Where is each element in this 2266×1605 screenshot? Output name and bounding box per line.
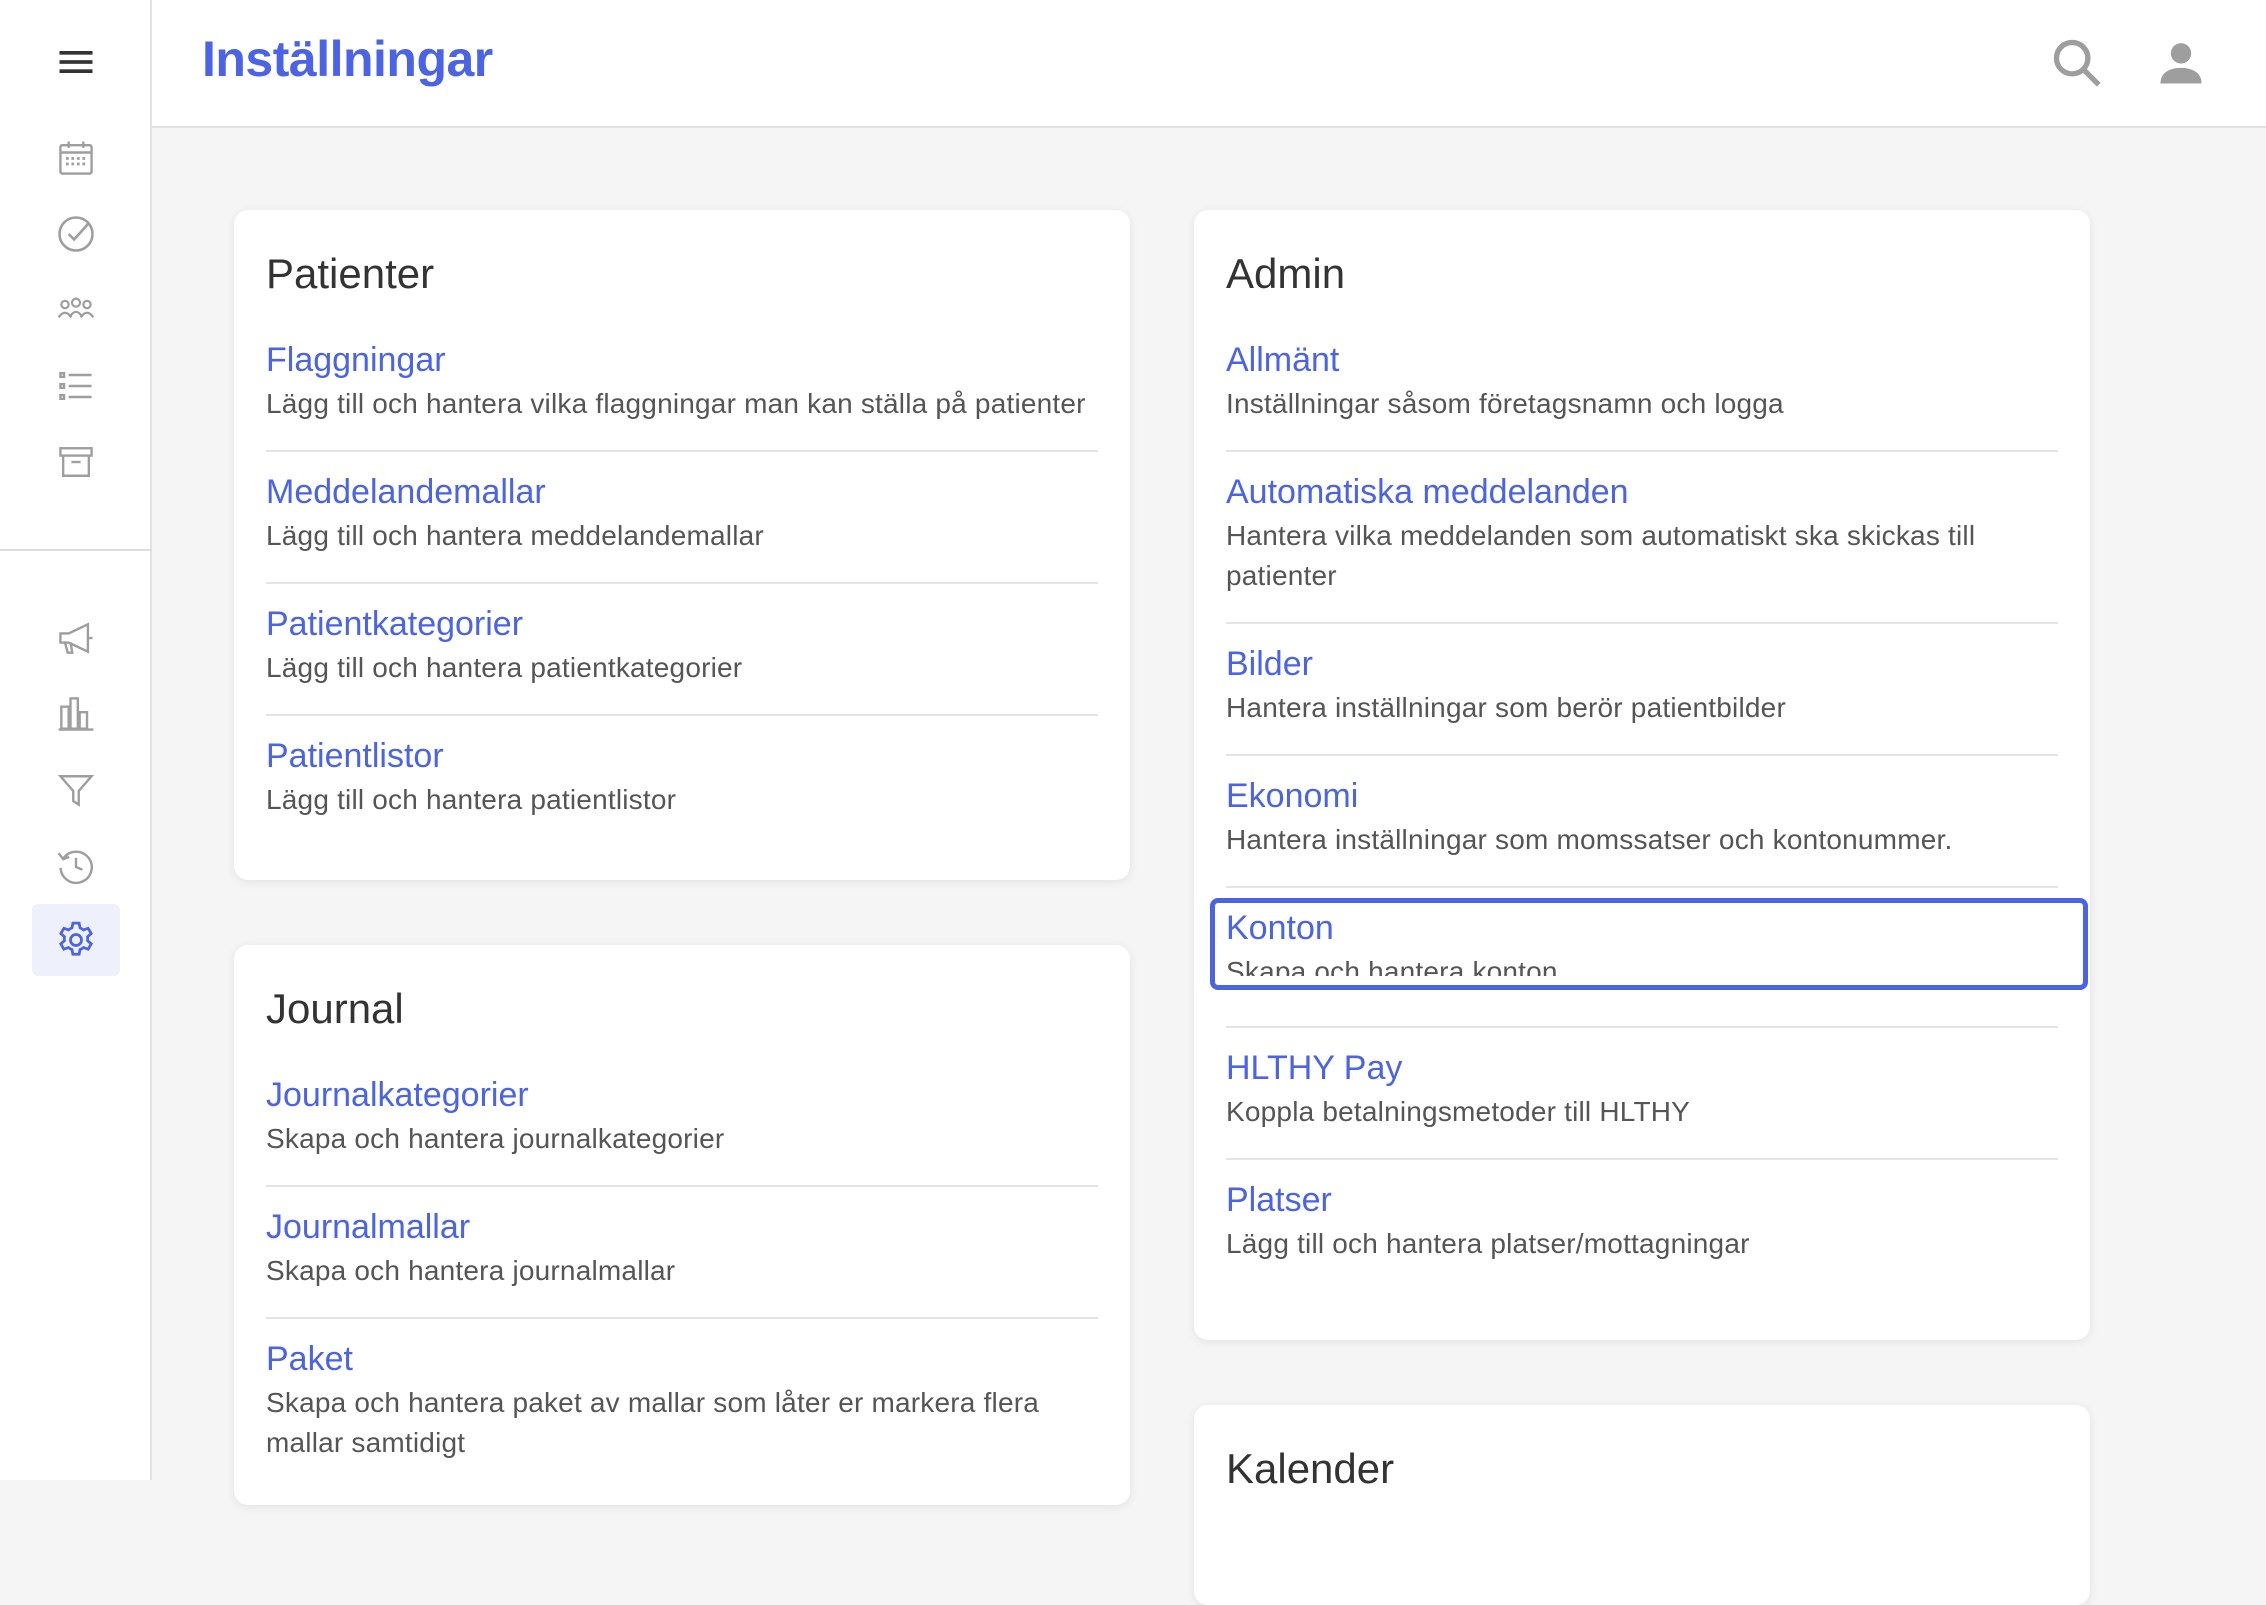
item-title[interactable]: Allmänt xyxy=(1226,340,2058,380)
item-title[interactable]: Meddelandemallar xyxy=(266,472,1098,512)
card-journal: Journal Journalkategorier Skapa och hant… xyxy=(234,945,1130,1505)
item-description: Hantera inställningar som berör patientb… xyxy=(1226,692,1786,723)
search-icon[interactable] xyxy=(2048,34,2106,92)
item-title[interactable]: Journalkategorier xyxy=(266,1075,1098,1115)
item-title[interactable]: HLTHY Pay xyxy=(1226,1048,2058,1088)
card-title: Admin xyxy=(1226,250,1346,297)
settings-item-journalkategorier[interactable]: Journalkategorier Skapa och hantera jour… xyxy=(266,1055,1098,1187)
settings-item-hlthy-pay[interactable]: HLTHY Pay Koppla betalningsmetoder till … xyxy=(1226,1028,2058,1160)
settings-item-flaggningar[interactable]: Flaggningar Lägg till och hantera vilka … xyxy=(266,320,1098,452)
people-group-icon[interactable] xyxy=(32,274,120,346)
item-description: Lägg till och hantera patientkategorier xyxy=(266,652,743,683)
item-description: Skapa och hantera journalmallar xyxy=(266,1255,676,1286)
sidebar-divider xyxy=(0,549,152,551)
settings-item-automatiska-meddelanden[interactable]: Automatiska meddelanden Hantera vilka me… xyxy=(1226,452,2058,624)
card-admin: Admin Allmänt Inställningar såsom företa… xyxy=(1194,210,2090,1340)
sidebar xyxy=(0,0,152,1480)
item-description: Inställningar såsom företagsnamn och log… xyxy=(1226,388,1784,419)
item-title[interactable]: Ekonomi xyxy=(1226,776,2058,816)
settings-item-platser[interactable]: Platser Lägg till och hantera platser/mo… xyxy=(1226,1160,2058,1290)
check-circle-icon[interactable] xyxy=(32,198,120,270)
item-description: Lägg till och hantera meddelandemallar xyxy=(266,520,764,551)
bar-chart-icon[interactable] xyxy=(32,678,120,750)
card-patienter: Patienter Flaggningar Lägg till och hant… xyxy=(234,210,1130,880)
top-bar: Inställningar xyxy=(152,0,2266,128)
settings-item-konton[interactable]: Konton Skapa och hantera konton xyxy=(1210,888,2088,1028)
card-kalender: Kalender xyxy=(1194,1405,2090,1605)
item-title[interactable]: Patientlistor xyxy=(266,736,1098,776)
item-description: Hantera vilka meddelanden som automatisk… xyxy=(1226,520,1976,591)
item-description: Skapa och hantera paket av mallar som lå… xyxy=(266,1387,1040,1458)
item-title[interactable]: Journalmallar xyxy=(266,1207,1098,1247)
archive-icon[interactable] xyxy=(32,426,120,498)
user-account-icon[interactable] xyxy=(2152,34,2210,92)
menu-icon[interactable] xyxy=(32,26,120,98)
calendar-icon[interactable] xyxy=(32,122,120,194)
card-title: Patienter xyxy=(266,250,435,297)
settings-item-paket[interactable]: Paket Skapa och hantera paket av mallar … xyxy=(266,1319,1098,1489)
settings-item-allmant[interactable]: Allmänt Inställningar såsom företagsnamn… xyxy=(1226,320,2058,452)
settings-item-journalmallar[interactable]: Journalmallar Skapa och hantera journalm… xyxy=(266,1187,1098,1319)
item-description: Koppla betalningsmetoder till HLTHY xyxy=(1226,1096,1691,1127)
page-title: Inställningar xyxy=(202,31,493,87)
item-description: Lägg till och hantera vilka flaggningar … xyxy=(266,388,1086,419)
settings-item-ekonomi[interactable]: Ekonomi Hantera inställningar som momssa… xyxy=(1226,756,2058,888)
settings-item-patientkategorier[interactable]: Patientkategorier Lägg till och hantera … xyxy=(266,584,1098,716)
card-title: Kalender xyxy=(1226,1445,1395,1492)
filter-icon[interactable] xyxy=(32,754,120,826)
item-description: Hantera inställningar som momssatser och… xyxy=(1226,824,1953,855)
list-icon[interactable] xyxy=(32,350,120,422)
item-description: Skapa och hantera journalkategorier xyxy=(266,1123,725,1154)
settings-item-patientlistor[interactable]: Patientlistor Lägg till och hantera pati… xyxy=(266,716,1098,846)
item-title[interactable]: Flaggningar xyxy=(266,340,1098,380)
megaphone-icon[interactable] xyxy=(32,602,120,674)
settings-item-meddelandemallar[interactable]: Meddelandemallar Lägg till och hantera m… xyxy=(266,452,1098,584)
settings-gear-icon[interactable] xyxy=(32,904,120,976)
settings-item-bilder[interactable]: Bilder Hantera inställningar som berör p… xyxy=(1226,624,2058,756)
item-description: Lägg till och hantera patientlistor xyxy=(266,784,677,815)
item-description-clip: Skapa och hantera konton xyxy=(1226,952,2058,976)
card-title: Journal xyxy=(266,985,404,1032)
history-icon[interactable] xyxy=(32,830,120,902)
item-description: Lägg till och hantera platser/mottagning… xyxy=(1226,1228,1750,1259)
item-title[interactable]: Automatiska meddelanden xyxy=(1226,472,2058,512)
item-title[interactable]: Paket xyxy=(266,1339,1098,1379)
item-title[interactable]: Patientkategorier xyxy=(266,604,1098,644)
item-title[interactable]: Platser xyxy=(1226,1180,2058,1220)
item-description: Skapa och hantera konton xyxy=(1226,956,1558,976)
item-title[interactable]: Konton xyxy=(1226,908,2058,948)
item-title[interactable]: Bilder xyxy=(1226,644,2058,684)
